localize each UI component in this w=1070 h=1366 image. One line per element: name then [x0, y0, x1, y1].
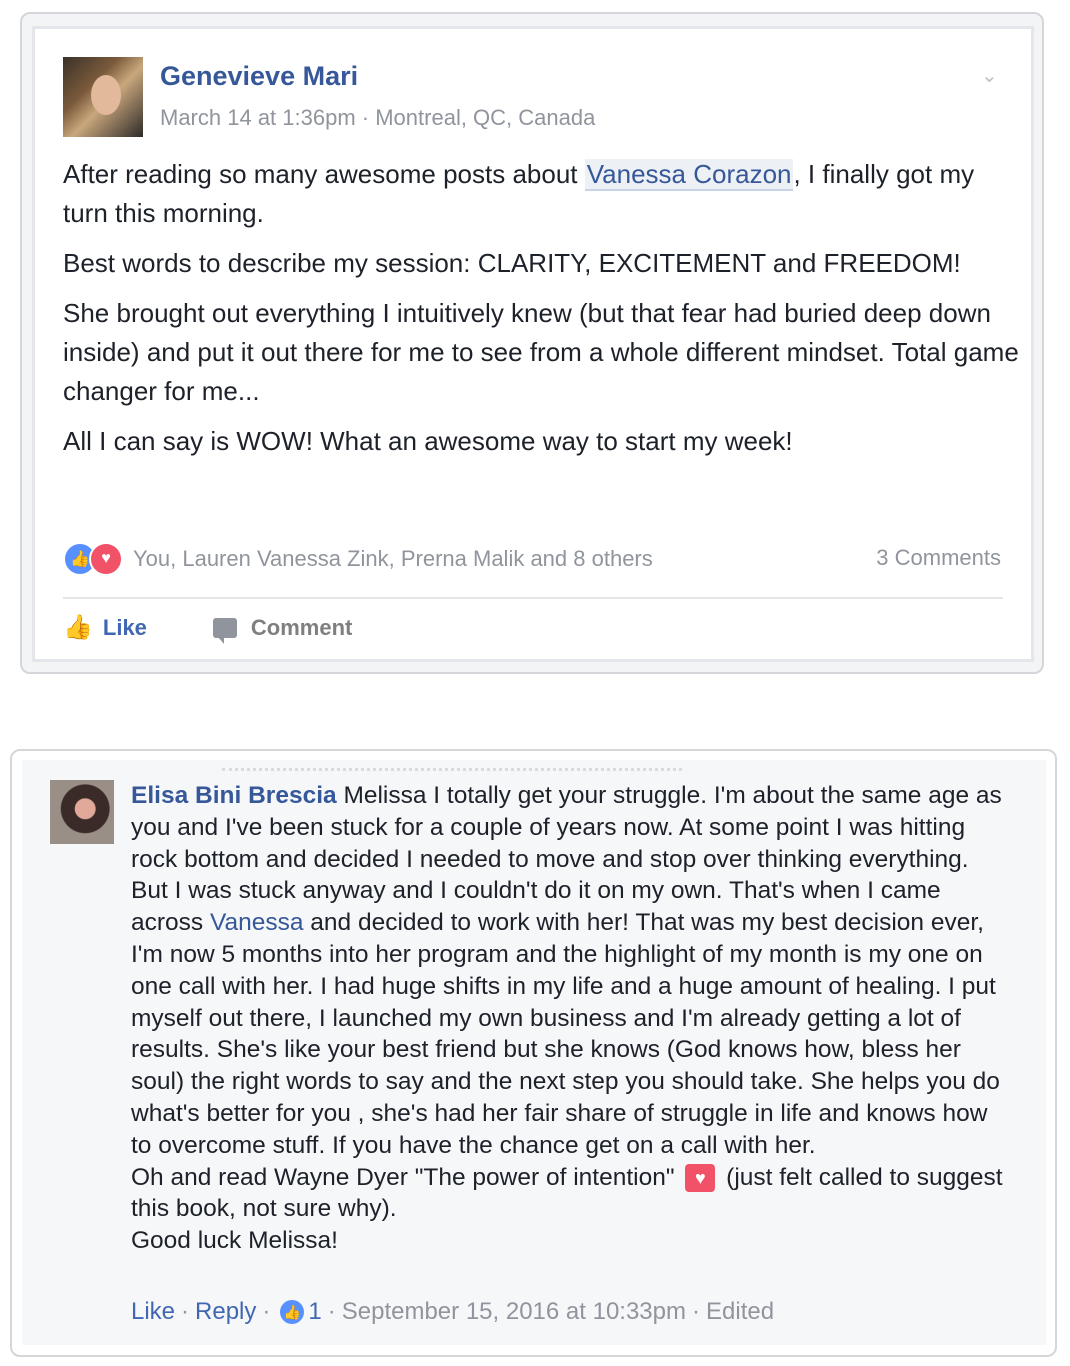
comment-footer: Like · Reply · 👍 1 · September 15, 2016 … — [131, 1298, 775, 1326]
chevron-down-icon[interactable]: ⌄ — [981, 63, 1003, 87]
post-paragraph: All I can say is WOW! What an awesome wa… — [63, 426, 793, 456]
thumbs-up-icon: 👍 — [63, 614, 93, 641]
commenter-avatar[interactable] — [50, 780, 114, 844]
post-actions: 👍 Like Comment — [63, 613, 418, 644]
comments-count-link[interactable]: 3 Comments — [876, 545, 1001, 571]
comment-bubble-icon — [212, 617, 237, 644]
love-reaction-icon: ♥ — [89, 542, 123, 576]
mention-link[interactable]: Vanessa — [210, 909, 304, 936]
like-reaction-icon[interactable]: 👍 — [280, 1300, 305, 1324]
comment-like-count[interactable]: 1 — [308, 1298, 321, 1326]
post-body: After reading so many awesome posts abou… — [63, 155, 1023, 472]
comment-body: Elisa Bini Brescia Melissa I totally get… — [131, 782, 1003, 1255]
reactions-names[interactable]: You, Lauren Vanessa Zink, Prerna Malik a… — [133, 546, 653, 572]
comment-card: Elisa Bini Brescia Melissa I totally get… — [22, 760, 1046, 1345]
reactions-summary[interactable]: 👍 ♥ You, Lauren Vanessa Zink, Prerna Mal… — [63, 539, 653, 579]
post-card: Genevieve Mari March 14 at 1:36pm · Mont… — [32, 26, 1034, 662]
comment-edited-label[interactable]: Edited — [706, 1298, 774, 1326]
commenter-name[interactable]: Elisa Bini Brescia — [131, 782, 337, 809]
post-date[interactable]: March 14 at 1:36pm — [160, 105, 356, 130]
post-paragraph: Best words to describe my session: CLARI… — [63, 248, 961, 278]
comment-timestamp[interactable]: September 15, 2016 at 10:33pm — [342, 1298, 686, 1326]
author-avatar[interactable] — [63, 57, 143, 137]
heart-emoji-icon: ♥ — [685, 1164, 716, 1193]
post-paragraph: She brought out everything I intuitively… — [63, 298, 1019, 406]
post-meta: March 14 at 1:36pm · Montreal, QC, Canad… — [160, 105, 596, 130]
post-paragraph: After reading so many awesome posts abou… — [63, 159, 975, 228]
post-location[interactable]: Montreal, QC, Canada — [375, 105, 595, 130]
divider — [63, 597, 1003, 599]
cropped-previous-line — [222, 760, 682, 771]
comment-reply-link[interactable]: Reply — [195, 1298, 256, 1326]
comment-like-link[interactable]: Like — [131, 1298, 175, 1326]
comment-button[interactable]: Comment — [212, 615, 352, 644]
like-button[interactable]: 👍 Like — [63, 613, 147, 642]
post-author-name[interactable]: Genevieve Mari — [160, 61, 358, 92]
mention-link[interactable]: Vanessa Corazon — [584, 159, 794, 191]
